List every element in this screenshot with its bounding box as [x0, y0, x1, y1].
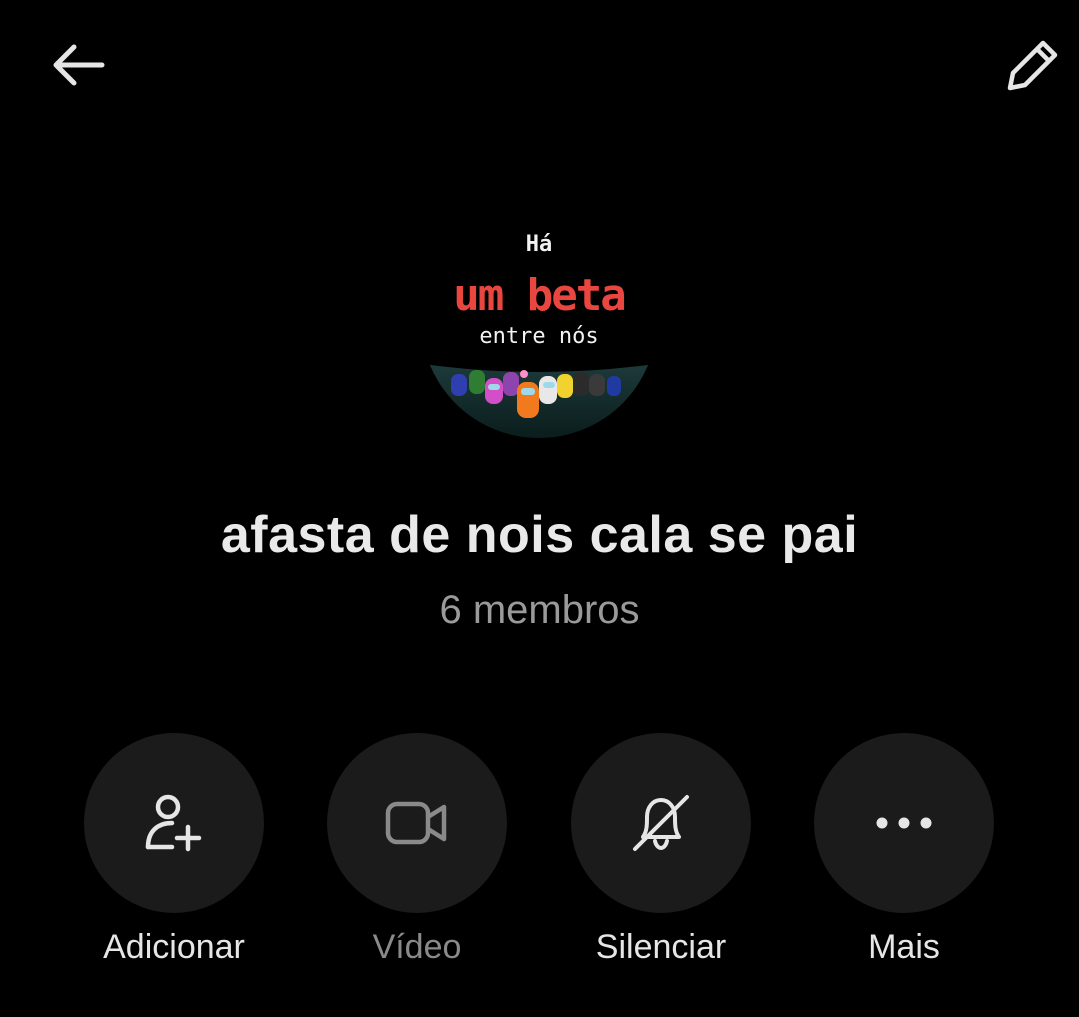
more-button[interactable]: Mais: [814, 733, 994, 967]
video-camera-icon: [385, 801, 447, 845]
member-count[interactable]: 6 membros: [0, 588, 1079, 633]
mute-label: Silenciar: [595, 928, 727, 966]
edit-button[interactable]: [993, 25, 1073, 105]
avatar-crewmates-art: [423, 364, 655, 438]
video-call-button[interactable]: Vídeo: [327, 733, 507, 967]
more-circle[interactable]: [814, 733, 994, 913]
add-person-icon: [145, 794, 202, 852]
more-label: Mais: [868, 928, 940, 966]
group-avatar[interactable]: Há um beta entre nós: [421, 202, 657, 438]
add-member-label: Adicionar: [103, 928, 245, 966]
back-button[interactable]: [38, 25, 118, 105]
add-member-button[interactable]: Adicionar: [84, 733, 264, 967]
mute-circle[interactable]: [571, 733, 751, 913]
group-info-screen: Há um beta entre nós afasta de nois cala…: [0, 0, 1079, 1017]
add-member-circle[interactable]: [84, 733, 264, 913]
video-call-circle[interactable]: [327, 733, 507, 913]
pencil-icon: [1007, 40, 1058, 91]
arrow-left-icon: [53, 44, 105, 86]
video-call-label: Vídeo: [372, 928, 462, 966]
more-dots-icon: [876, 817, 932, 829]
group-name: afasta de nois cala se pai: [220, 506, 859, 564]
mute-button[interactable]: Silenciar: [571, 733, 751, 967]
bell-muted-icon: [633, 795, 689, 851]
